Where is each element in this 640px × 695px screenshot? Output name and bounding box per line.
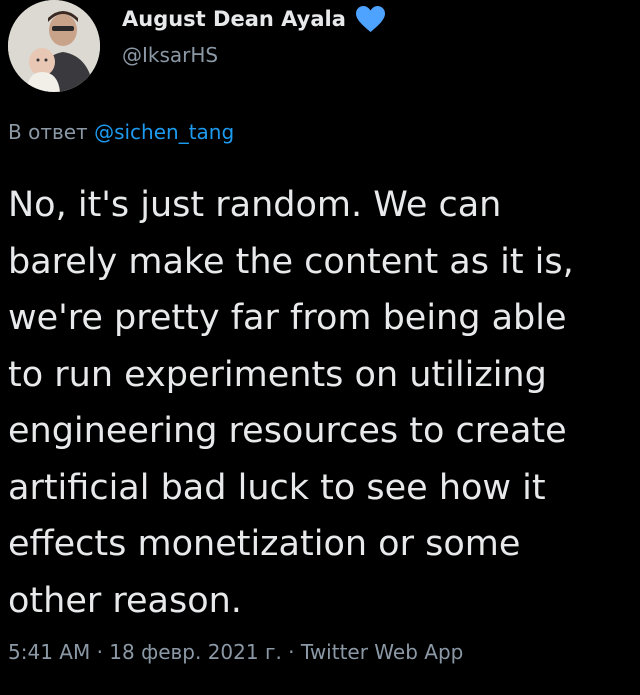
meta-separator: · xyxy=(281,640,301,664)
reply-prefix: В ответ xyxy=(8,120,88,144)
avatar-photo xyxy=(8,0,100,92)
reply-to-line: В ответ @sichen_tang xyxy=(8,120,234,144)
avatar[interactable] xyxy=(8,0,100,92)
user-handle[interactable]: @IksarHS xyxy=(122,43,218,67)
tweet-time[interactable]: 5:41 AM xyxy=(8,640,90,664)
blue-heart-icon xyxy=(355,5,386,33)
tweet-meta: 5:41 AM · 18 февр. 2021 г. · Twitter Web… xyxy=(8,640,463,664)
display-name[interactable]: August Dean Ayala xyxy=(122,7,346,31)
tweet-date[interactable]: 18 февр. 2021 г. xyxy=(109,640,282,664)
tweet-header: August Dean Ayala @IksarHS xyxy=(8,0,628,100)
tweet-source[interactable]: Twitter Web App xyxy=(301,640,463,664)
tweet-text: No, it's just random. We can barely make… xyxy=(8,185,574,621)
name-row: August Dean Ayala xyxy=(122,5,386,33)
meta-separator: · xyxy=(90,640,110,664)
reply-mention-link[interactable]: @sichen_tang xyxy=(94,120,234,144)
